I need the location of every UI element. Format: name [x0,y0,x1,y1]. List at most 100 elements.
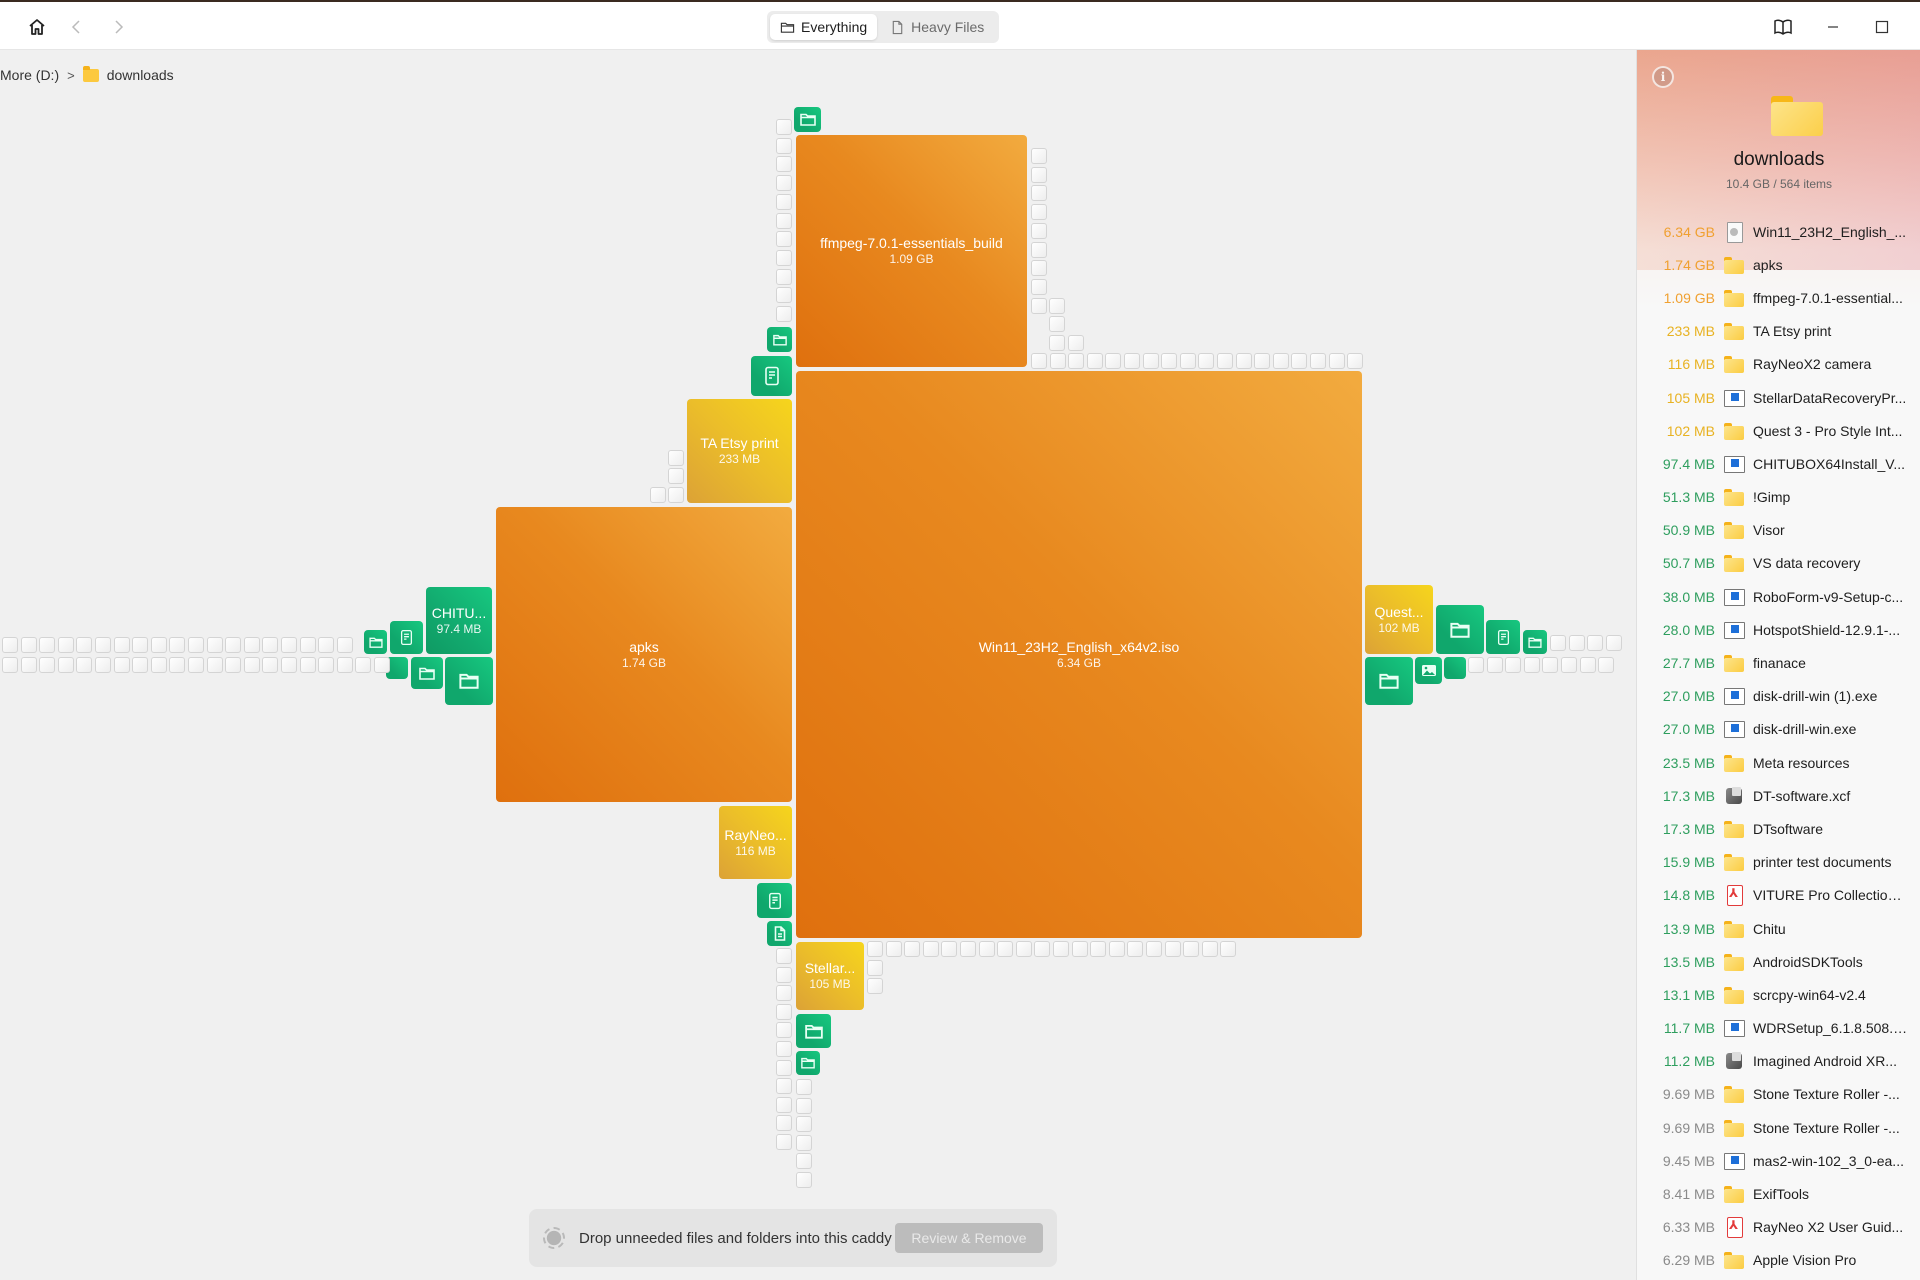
treemap-tiny-item[interactable] [941,941,958,957]
treemap-block-quest[interactable]: Quest... 102 MB [1365,585,1433,654]
list-item[interactable]: 6.33 MB RayNeo X2 User Guid... [1637,1211,1920,1244]
list-item[interactable]: 1.09 GBffmpeg-7.0.1-essential...› [1637,281,1920,314]
treemap-tiny-item[interactable] [1605,635,1622,651]
treemap-tiny-item[interactable] [225,637,242,653]
treemap-tiny-item[interactable] [1523,657,1540,673]
treemap-tiny-item[interactable] [885,941,902,957]
treemap-tiny-item[interactable] [922,941,939,957]
treemap-tiny-item[interactable] [318,657,335,673]
treemap-tiny-item[interactable] [1031,353,1047,369]
treemap-tiny-item[interactable] [1347,353,1364,369]
treemap-tiny-item[interactable] [1068,335,1084,351]
treemap-tiny-item[interactable] [336,637,353,653]
list-item[interactable]: 8.41 MBExifTools› [1637,1177,1920,1210]
treemap-tiny-item[interactable] [281,637,297,653]
treemap-tiny-item[interactable] [796,1153,812,1170]
treemap-tiny-item[interactable] [776,306,792,322]
treemap-tiny-item[interactable] [1127,941,1144,957]
list-item[interactable]: 233 MBTA Etsy print› [1637,315,1920,348]
treemap-tiny-item[interactable] [1468,657,1484,673]
treemap-tiny-item[interactable] [150,637,167,653]
treemap-tiny-item[interactable] [76,657,93,673]
treemap-tiny-item[interactable] [776,966,792,983]
list-item[interactable]: 50.7 MBVS data recovery› [1637,547,1920,580]
treemap-tiny-item[interactable] [796,1097,812,1114]
treemap-tiny-item[interactable] [95,657,111,673]
treemap-tile-folder[interactable] [796,1014,831,1048]
list-item[interactable]: 15.9 MBprinter test documents› [1637,846,1920,879]
treemap-tile-folder[interactable] [1523,630,1547,654]
treemap-tiny-item[interactable] [776,212,792,229]
treemap-block-ffmpeg[interactable]: ffmpeg-7.0.1-essentials_build 1.09 GB [796,135,1027,367]
treemap-tiny-item[interactable] [113,657,130,673]
treemap-tiny-item[interactable] [1328,353,1345,369]
treemap-tiny-item[interactable] [1031,222,1047,239]
treemap-tiny-item[interactable] [20,657,37,673]
treemap-tiny-item[interactable] [1031,204,1047,221]
treemap-tiny-item[interactable] [1071,941,1088,957]
treemap-tiny-item[interactable] [1164,941,1181,957]
list-item[interactable]: 13.9 MBChitu› [1637,912,1920,945]
treemap-block-win11[interactable]: Win11_23H2_English_x64v2.iso 6.34 GB [796,371,1362,938]
treemap-tiny-item[interactable] [776,137,792,154]
treemap-tile-folder[interactable] [796,1051,820,1075]
treemap-tiny-item[interactable] [336,657,353,673]
treemap-tiny-item[interactable] [776,287,792,304]
treemap-tile-folder[interactable] [1365,657,1413,705]
list-item[interactable]: 6.34 GB Win11_23H2_English_... [1637,215,1920,248]
treemap-tiny-item[interactable] [1542,657,1559,673]
treemap-block-ta-etsy[interactable]: TA Etsy print 233 MB [687,399,792,503]
list-item[interactable]: 102 MBQuest 3 - Pro Style Int...› [1637,414,1920,447]
treemap-tiny-item[interactable] [978,941,995,957]
treemap-tiny-item[interactable] [867,941,883,957]
treemap-tiny-item[interactable] [243,637,260,653]
treemap-tiny-item[interactable] [281,657,297,673]
treemap-tiny-item[interactable] [668,487,684,503]
treemap-tiny-item[interactable] [1179,353,1196,369]
treemap-tiny-item[interactable] [1049,335,1065,351]
forward-button[interactable] [105,14,131,40]
treemap-tile-folder[interactable] [794,107,821,132]
treemap-tiny-item[interactable] [1124,353,1140,369]
treemap-tiny-item[interactable] [2,637,18,653]
treemap-tiny-item[interactable] [299,637,316,653]
treemap-tiny-item[interactable] [776,156,792,173]
treemap-tiny-item[interactable] [1291,353,1308,369]
treemap-tile-folder[interactable] [767,327,792,352]
list-item[interactable]: 17.3 MBDTsoftware› [1637,812,1920,845]
treemap-tiny-item[interactable] [776,1041,792,1057]
treemap-tiny-item[interactable] [776,1022,792,1039]
treemap-tiny-item[interactable] [1031,185,1047,202]
treemap-tiny-item[interactable] [1568,635,1585,651]
treemap-tiny-item[interactable] [776,1078,792,1095]
treemap-tiny-item[interactable] [262,637,279,653]
treemap-tile-folder[interactable] [364,630,387,654]
treemap-tiny-item[interactable] [1049,298,1065,314]
treemap-tiny-item[interactable] [668,468,684,484]
list-item[interactable]: 9.45 MB mas2-win-102_3_0-ea... [1637,1144,1920,1177]
treemap-tiny-item[interactable] [1146,941,1162,957]
treemap-tiny-item[interactable] [867,960,883,976]
list-item[interactable]: 17.3 MB DT-software.xcf [1637,779,1920,812]
treemap-tiny-item[interactable] [225,657,242,673]
list-item[interactable]: 38.0 MB RoboForm-v9-Setup-c... [1637,580,1920,613]
list-item[interactable]: 27.0 MB disk-drill-win.exe [1637,713,1920,746]
treemap-tiny-item[interactable] [1031,260,1047,277]
tab-everything[interactable]: Everything [770,14,878,40]
treemap-tiny-item[interactable] [132,657,149,673]
treemap-tiny-item[interactable] [1235,353,1252,369]
tab-heavy-files[interactable]: Heavy Files [880,14,994,40]
list-item[interactable]: 27.7 MBfinanace› [1637,646,1920,679]
treemap-tiny-item[interactable] [1031,166,1047,183]
treemap-tiny-item[interactable] [776,231,792,248]
list-item[interactable]: 11.7 MB WDRSetup_6.1.8.508.e... [1637,1012,1920,1045]
minimize-button[interactable] [1820,14,1846,40]
treemap-tiny-item[interactable] [776,268,792,285]
treemap-tile-folder[interactable] [411,657,443,689]
treemap-tiny-item[interactable] [776,193,792,210]
treemap-tiny-item[interactable] [776,1059,792,1076]
treemap-tiny-item[interactable] [776,985,792,1002]
treemap-tile-file[interactable] [767,921,792,946]
treemap-tiny-item[interactable] [1090,941,1107,957]
treemap-tiny-item[interactable] [39,657,56,673]
